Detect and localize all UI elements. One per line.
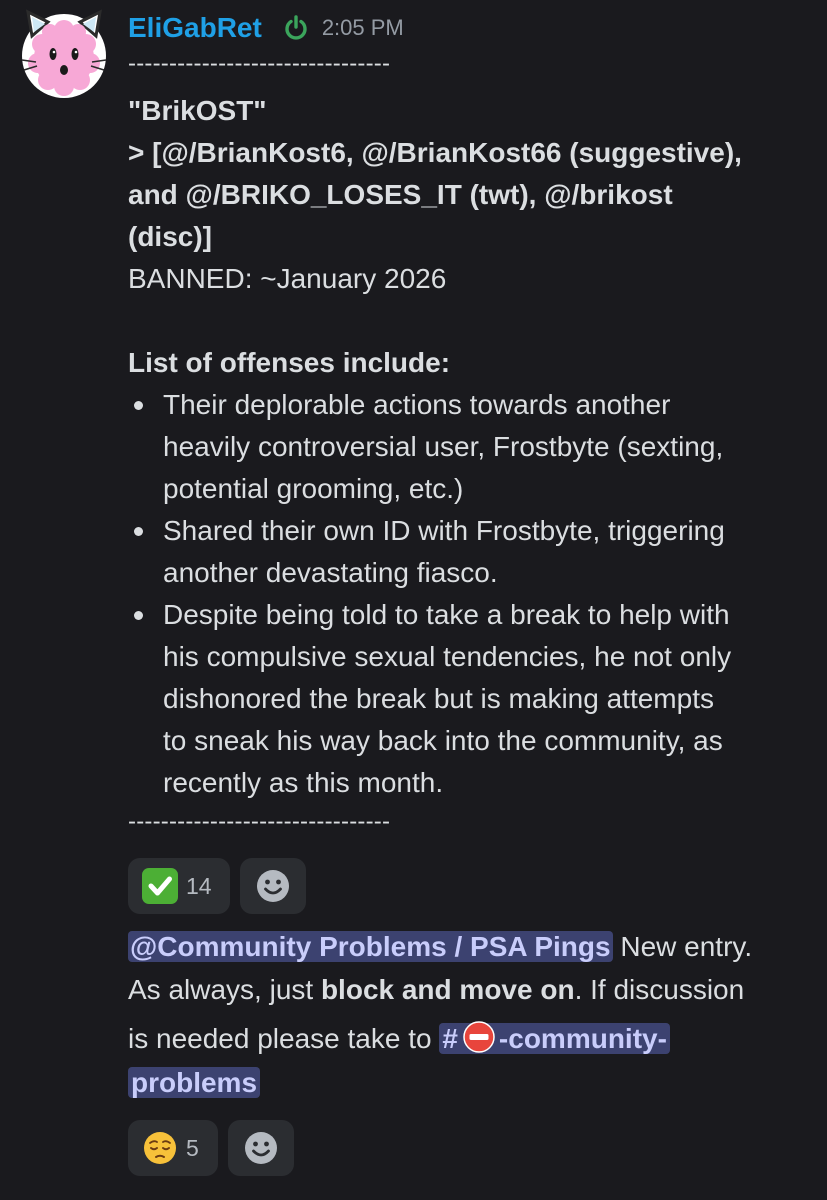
followup-bold-text: block and move on — [320, 974, 575, 1005]
offense-line: potential grooming, etc.) — [163, 473, 464, 504]
offense-item: Shared their own ID with Frostbyte, trig… — [128, 510, 731, 594]
offense-line: another devastating fiasco. — [163, 557, 498, 588]
reaction-check[interactable]: 14 — [128, 858, 230, 914]
chat-message: EliGabRet 2:05 PM ----------------------… — [0, 0, 827, 1200]
offense-line: Their deplorable actions towards another — [163, 389, 671, 420]
followup-line-2: As always, just block and move on. If di… — [128, 969, 744, 1011]
offense-item: Despite being told to take a break to he… — [128, 594, 731, 804]
aliases-line-2: and @/BRIKO_LOSES_IT (twt), @/brikost — [128, 179, 673, 210]
aliases-line-1: > [@/BrianKost6, @/BrianKost66 (suggesti… — [128, 137, 742, 168]
role-mention[interactable]: @Community Problems / PSA Pings — [128, 931, 613, 962]
offense-line: to sneak his way back into the community… — [163, 725, 723, 756]
followup-text: . If discussion — [574, 974, 745, 1005]
followup-text: New entry. — [612, 931, 753, 962]
add-reaction-button[interactable] — [240, 858, 306, 914]
add-reaction-button[interactable] — [228, 1120, 294, 1176]
offenses-list: Their deplorable actions towards another… — [128, 384, 731, 804]
followup-text: is needed please take to — [128, 1023, 440, 1054]
no-entry-icon — [463, 1021, 495, 1053]
white-check-mark-icon — [142, 868, 178, 904]
entry-title: "BrikOST" — [128, 95, 267, 126]
offense-item: Their deplorable actions towards another… — [128, 384, 731, 510]
followup-line-3: is needed please take to # -community- — [128, 1018, 670, 1060]
message-header: EliGabRet 2:05 PM — [128, 8, 404, 48]
followup-text: As always, just — [128, 974, 321, 1005]
offense-line: heavily controversial user, Frostbyte (s… — [163, 431, 724, 462]
power-icon — [285, 15, 307, 40]
divider-top: -------------------------------- — [128, 50, 391, 77]
aliases-line-3: (disc)] — [128, 221, 212, 252]
offense-line: his compulsive sexual tendencies, he not… — [163, 641, 732, 672]
reaction-count: 14 — [186, 872, 212, 899]
smiley-icon — [257, 870, 289, 902]
offense-line: Shared their own ID with Frostbyte, trig… — [163, 515, 725, 546]
channel-mention[interactable]: # -community- — [439, 1021, 670, 1054]
offense-line: dishonored the break but is making attem… — [163, 683, 714, 714]
offense-line: recently as this month. — [163, 767, 444, 798]
divider-bottom: -------------------------------- — [128, 808, 391, 835]
offenses-heading: List of offenses include: — [128, 347, 451, 378]
username[interactable]: EliGabRet — [128, 12, 262, 44]
offense-line: Despite being told to take a break to he… — [163, 599, 730, 630]
pensive-face-icon — [144, 1132, 176, 1164]
user-avatar[interactable] — [18, 8, 110, 100]
reaction-pensive[interactable]: 5 — [128, 1120, 218, 1176]
smiley-icon — [245, 1132, 277, 1164]
followup-line-1: @Community Problems / PSA Pings New entr… — [128, 926, 752, 968]
banned-date: BANNED: ~January 2026 — [128, 263, 447, 294]
channel-mention-continued[interactable]: problems — [128, 1067, 261, 1098]
channel-hash-icon: # — [442, 1023, 458, 1054]
followup-line-4: problems — [128, 1062, 261, 1104]
channel-name: -community- — [498, 1023, 667, 1054]
message-timestamp[interactable]: 2:05 PM — [322, 15, 404, 41]
reaction-count: 5 — [186, 1134, 199, 1161]
